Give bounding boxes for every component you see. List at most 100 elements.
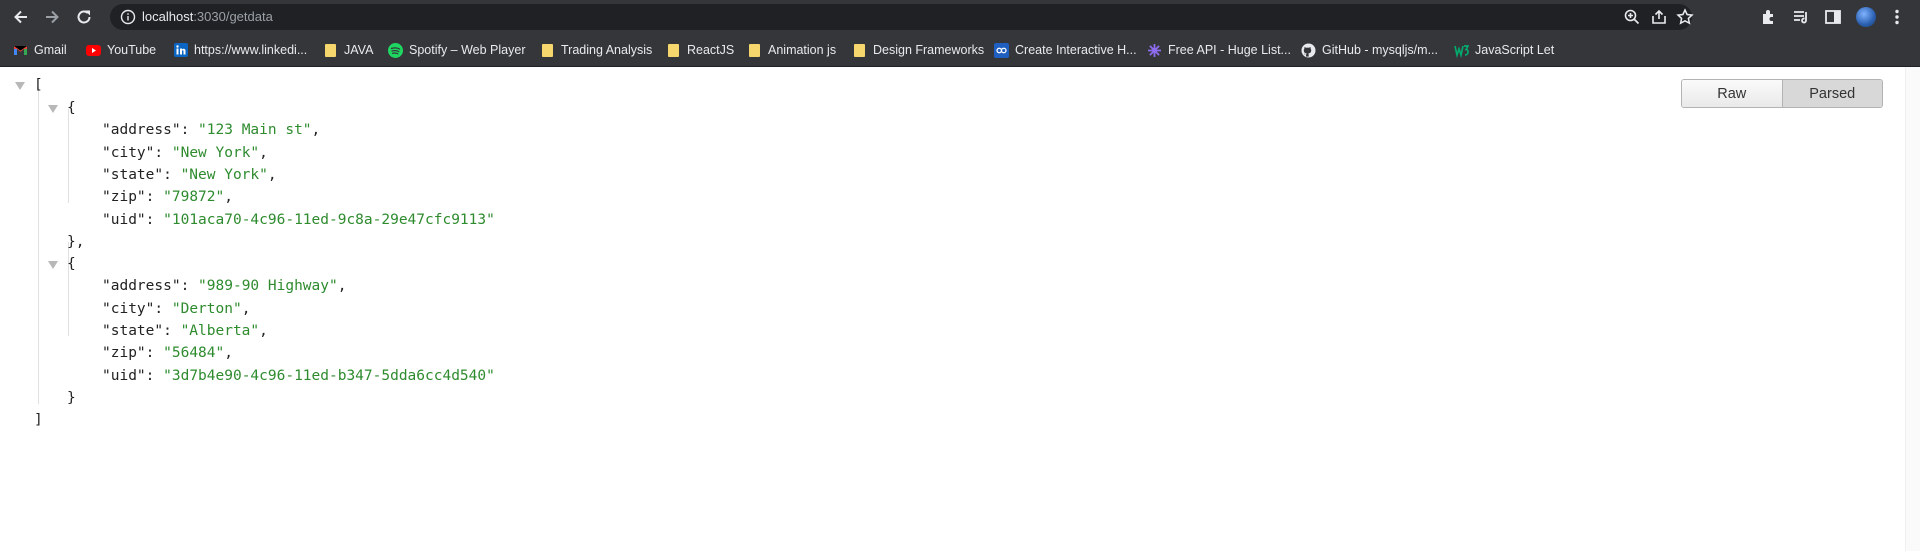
collapse-toggle-root[interactable]: [15, 82, 25, 90]
json-field-row: "state": "New York",: [102, 167, 277, 183]
json-key: "state": [102, 167, 164, 183]
github-icon: [1301, 43, 1316, 58]
gmail-icon: [13, 43, 28, 58]
json-key: "city": [102, 301, 155, 317]
folder-icon: [747, 43, 762, 58]
info-icon[interactable]: [120, 9, 136, 30]
address-bar[interactable]: localhost:3030/getdata: [110, 4, 1694, 30]
indent-guide: [38, 87, 39, 404]
json-field-row: "zip": "56484",: [102, 345, 233, 361]
kebab-menu-icon[interactable]: [1887, 7, 1907, 27]
json-separator: ,: [241, 301, 251, 317]
open-brace: {: [67, 256, 76, 272]
json-separator: ,: [337, 278, 347, 294]
bookmark-label: Create Interactive H...: [1015, 43, 1137, 57]
bookmark-label: Animation js: [768, 43, 837, 57]
folder-icon: [666, 43, 681, 58]
codepen-icon: [994, 42, 1009, 58]
share-icon[interactable]: [1650, 8, 1668, 26]
json-value: "79872": [163, 189, 225, 205]
scrollbar[interactable]: [1905, 67, 1920, 551]
folder-icon: [323, 43, 338, 58]
star-icon[interactable]: [1676, 8, 1694, 26]
youtube-icon: [86, 43, 101, 58]
open-bracket: [: [34, 77, 43, 93]
reading-list-icon[interactable]: [1791, 7, 1811, 27]
json-separator: ,: [224, 189, 233, 205]
indent-guide: [68, 109, 69, 203]
json-value: "989-90 Highway": [198, 278, 338, 294]
collapse-toggle-record[interactable]: [48, 261, 58, 269]
spotify-icon: [388, 42, 403, 58]
bookmark-label: https://www.linkedi...: [194, 43, 308, 57]
json-field-row: "state": "Alberta",: [102, 323, 268, 339]
json-key: "uid": [102, 212, 146, 228]
json-field-row: "city": "Derton",: [102, 301, 251, 317]
bookmark-label: YouTube: [107, 43, 157, 57]
back-icon[interactable]: [9, 5, 33, 29]
extensions-icon[interactable]: [1759, 7, 1779, 27]
parsed-button[interactable]: Parsed: [1782, 80, 1882, 107]
json-value: "101aca70-4c96-11ed-9c8a-29e47cfc9113": [163, 212, 495, 228]
json-key: "uid": [102, 368, 146, 384]
json-separator: ,: [267, 167, 277, 183]
url-text: localhost:3030/getdata: [142, 9, 273, 24]
asterisk-icon: [1147, 43, 1162, 58]
bookmark-folder-trading[interactable]: Trading Analysis: [540, 41, 652, 59]
bookmark-label: Trading Analysis: [561, 43, 653, 57]
json-field-row: "uid": "101aca70-4c96-11ed-9c8a-29e47cfc…: [102, 212, 495, 228]
json-value: "New York": [180, 167, 268, 183]
side-panel-icon[interactable]: [1823, 7, 1843, 27]
json-key: "zip": [102, 189, 146, 205]
json-key: "address": [102, 122, 181, 138]
close-bracket: ]: [34, 412, 43, 428]
bookmark-label: JavaScript Let: [1475, 43, 1555, 57]
json-field-row: "address": "123 Main st",: [102, 122, 321, 138]
close-brace: },: [67, 234, 85, 250]
bookmarks-bar: Gmail YouTube https://www.linkedi... JAV…: [0, 34, 1920, 67]
bookmark-github[interactable]: GitHub - mysqljs/m...: [1301, 41, 1438, 59]
json-value: "New York": [171, 145, 260, 161]
bookmark-label: Spotify – Web Player: [409, 43, 526, 57]
bookmark-youtube[interactable]: YouTube: [86, 41, 156, 59]
json-separator: ,: [259, 323, 268, 339]
json-separator: ,: [259, 145, 268, 161]
json-value: "Derton": [171, 301, 242, 317]
profile-avatar[interactable]: [1856, 7, 1876, 27]
json-value: "Alberta": [180, 323, 260, 339]
url-path: :3030/getdata: [193, 9, 273, 24]
json-value: "3d7b4e90-4c96-11ed-b347-5dda6cc4d540": [163, 368, 495, 384]
bookmark-gmail[interactable]: Gmail: [13, 41, 67, 59]
bookmark-free-api[interactable]: Free API - Huge List...: [1147, 41, 1291, 59]
view-mode-toggle: Raw Parsed: [1681, 79, 1883, 108]
bookmark-label: Design Frameworks: [873, 43, 985, 57]
reload-icon[interactable]: [72, 5, 96, 29]
bookmark-linkedin[interactable]: https://www.linkedi...: [173, 41, 307, 59]
json-viewer: [ { "address": "123 Main st", "city": "N…: [0, 67, 1920, 551]
bookmark-folder-reactjs[interactable]: ReactJS: [666, 41, 734, 59]
bookmark-codepen[interactable]: Create Interactive H...: [994, 41, 1137, 59]
json-key: "address": [102, 278, 181, 294]
json-field-row: "city": "New York",: [102, 145, 268, 161]
bookmark-spotify[interactable]: Spotify – Web Player: [388, 41, 526, 59]
json-key: "state": [102, 323, 164, 339]
bookmark-label: Gmail: [34, 43, 67, 57]
bookmark-label: GitHub - mysqljs/m...: [1322, 43, 1438, 57]
raw-button[interactable]: Raw: [1682, 80, 1783, 107]
collapse-toggle-record[interactable]: [48, 105, 58, 113]
bookmark-folder-animation[interactable]: Animation js: [747, 41, 836, 59]
json-field-row: "address": "989-90 Highway",: [102, 278, 347, 294]
bookmark-w3schools[interactable]: JavaScript Let: [1454, 41, 1554, 59]
bookmark-label: Free API - Huge List...: [1168, 43, 1291, 57]
json-separator: ,: [311, 122, 321, 138]
json-value: "56484": [163, 345, 225, 361]
zoom-icon[interactable]: [1623, 8, 1641, 26]
json-key: "zip": [102, 345, 146, 361]
json-separator: ,: [224, 345, 233, 361]
bookmark-label: ReactJS: [687, 43, 735, 57]
forward-icon[interactable]: [40, 5, 64, 29]
bookmark-label: JAVA: [344, 43, 374, 57]
bookmark-folder-design[interactable]: Design Frameworks: [852, 41, 984, 59]
bookmark-folder-java[interactable]: JAVA: [323, 41, 373, 59]
w3-icon: [1454, 43, 1469, 58]
